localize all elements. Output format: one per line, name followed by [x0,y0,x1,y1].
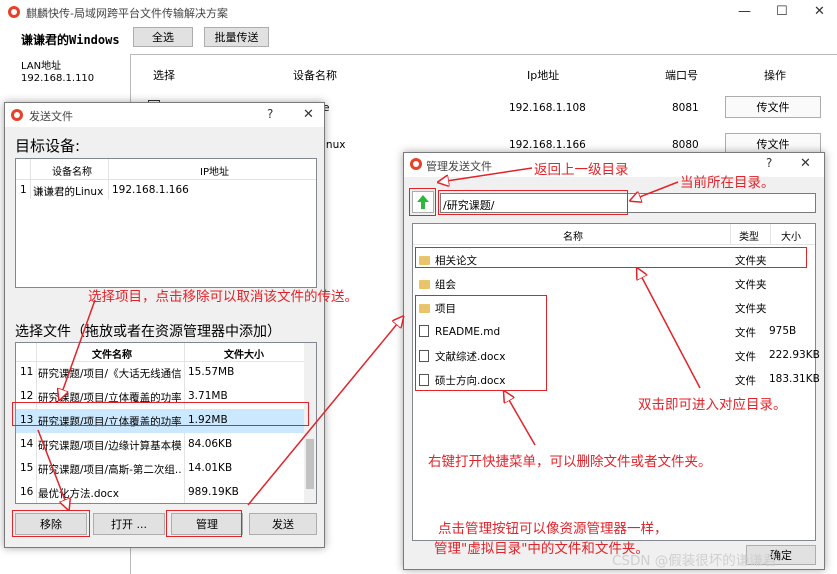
item-size: 222.93KB [769,349,820,361]
row-ip: 192.168.1.108 [509,102,586,114]
file-name: 研究课题/项目/高斯-第二次组... [38,464,182,476]
col-type: 类型 [739,232,759,243]
row-index: 15 [20,462,34,474]
item-size: 183.31KB [769,373,820,385]
table-row[interactable]: 16 最优化方法.docx 989.19KB [16,481,304,503]
close-icon[interactable]: ✕ [303,107,314,122]
host-name: 谦谦君的Windows [21,33,120,47]
file-size: 14.01KB [188,462,233,474]
row-port: 8080 [672,139,699,151]
table-row[interactable]: 14 研究课题/项目/边缘计算基本模... 84.06KB [16,433,304,457]
row-ip: 192.168.1.166 [509,139,586,151]
item-type: 文件夹 [735,279,767,291]
batch-send-button[interactable]: 批量传送 [204,27,269,47]
file-name: 研究课题/项目/边缘计算基本模... [38,440,182,452]
annotation-current-dir: 当前所在目录。 [680,175,775,191]
close-icon[interactable]: ✕ [814,4,825,19]
send-dialog-title: 发送文件 [29,110,73,123]
select-all-button[interactable]: 全选 [133,27,193,47]
scrollbar-thumb[interactable] [306,439,314,489]
table-row[interactable]: 15 研究课题/项目/高斯-第二次组... 14.01KB [16,457,304,481]
item-type: 文件 [735,327,756,339]
annotation-box-back [409,188,436,216]
lan-ip: 192.168.1.110 [21,73,95,84]
file-size: 84.06KB [188,438,233,450]
item-type: 文件夹 [735,303,767,315]
file-col-name: 文件名称 [92,350,132,361]
row-name: inux [323,139,346,151]
file-name: 研究课题/项目/《大话无线通信... [38,368,182,380]
target-col-ip: IP地址 [200,167,229,178]
col-ip: Ip地址 [527,69,560,82]
target-label: 目标设备: [15,137,81,155]
lan-label: LAN地址 [21,61,62,72]
file-name: 最优化方法.docx [38,488,119,500]
col-device-name: 设备名称 [293,69,337,82]
open-button[interactable]: 打开 ... [93,513,165,535]
row-index: 1 [20,184,27,196]
item-type: 文件 [735,375,756,387]
col-action: 操作 [764,69,786,82]
annotation-box-folder-row [415,247,807,268]
annotation-box-items [415,295,547,391]
app-logo-icon [11,109,23,121]
close-icon[interactable]: ✕ [800,156,811,171]
maximize-icon[interactable]: ☐ [776,4,788,19]
col-select: 选择 [153,69,175,82]
target-ip: 192.168.1.166 [112,184,189,196]
file-size: 15.57MB [188,366,235,378]
col-size: 大小 [781,232,801,243]
target-col-name: 设备名称 [52,167,92,178]
table-row[interactable]: 11 研究课题/项目/《大话无线通信... 15.57MB [16,361,304,385]
manage-dialog-title: 管理发送文件 [426,160,492,173]
file-col-size: 文件大小 [224,350,264,361]
target-name: 谦谦君的Linux [33,186,104,198]
item-name: 组会 [419,277,456,292]
help-icon[interactable]: ? [766,156,772,170]
annotation-back: 返回上一级目录 [534,162,629,178]
row-index: 14 [20,438,34,450]
annotation-select-remove: 选择项目，点击移除可以取消该文件的传送。 [88,289,358,305]
target-table: 设备名称 IP地址 1 谦谦君的Linux 192.168.1.166 [15,158,317,288]
send-button[interactable]: 发送 [249,513,317,535]
row-port: 8081 [672,102,699,114]
watermark: CSDN @假装很坏的谦谦君 [612,553,777,569]
files-label: 选择文件（拖放或者在资源管理器中添加） [15,324,281,340]
folder-icon [419,280,430,289]
col-port: 端口号 [665,69,698,82]
annotation-box-selected-row [12,402,309,426]
row-index: 16 [20,486,34,498]
send-dialog-titlebar: 发送文件 ? ✕ [5,103,324,127]
row-index: 11 [20,366,34,378]
send-file-button[interactable]: 传文件 [725,96,821,118]
help-icon[interactable]: ? [267,107,273,121]
annotation-box-manage [166,510,242,537]
item-type: 文件 [735,351,756,363]
file-size: 989.19KB [188,486,239,498]
app-logo-icon [8,6,20,18]
app-logo-icon [410,158,422,170]
send-dialog: 发送文件 ? ✕ 目标设备: 设备名称 IP地址 1 谦谦君的Linux 192… [4,102,325,548]
annotation-right-click: 右键打开快捷菜单，可以删除文件或者文件夹。 [428,454,712,470]
item-size: 975B [769,325,797,337]
file-size: 3.71MB [188,390,228,402]
annotation-double-click: 双击即可进入对应目录。 [638,397,787,413]
list-item[interactable]: 组会 文件夹 [413,272,815,296]
annotation-manage-1: 点击管理按钮可以像资源管理器一样， [438,521,668,537]
main-title: 麒麟快传-局域网跨平台文件传输解决方案 [26,7,228,20]
minimize-icon[interactable]: — [738,4,751,19]
table-row[interactable]: 1 谦谦君的Linux 192.168.1.166 [16,180,316,200]
main-titlebar: 麒麟快传-局域网跨平台文件传输解决方案 — ☐ ✕ [0,0,837,24]
col-name: 名称 [563,232,583,243]
annotation-box-remove [12,510,90,537]
row-index: 12 [20,390,34,402]
annotation-box-path [438,190,628,215]
